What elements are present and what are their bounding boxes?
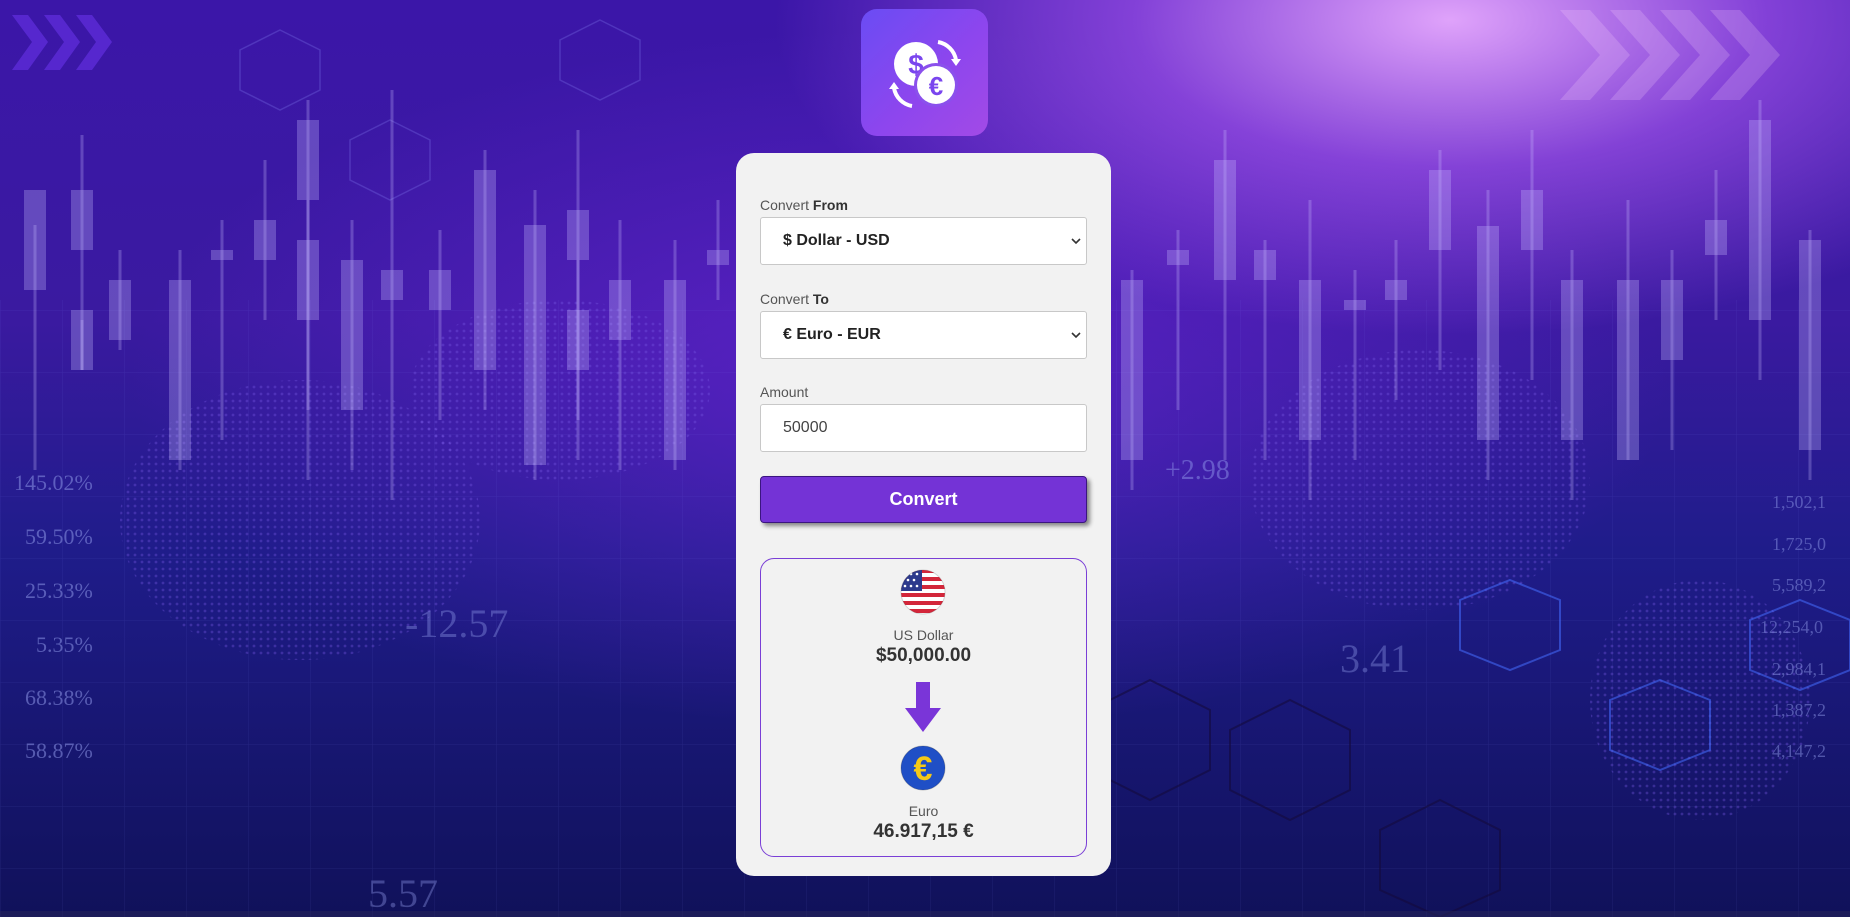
bg-number: 1,502,1 [1772,492,1826,512]
bg-percent: 5.35% [36,632,93,657]
bg-candle-body [381,270,403,300]
euro-icon: € [900,745,946,791]
from-currency-name: US Dollar [893,627,954,643]
bg-number: 1,725,0 [1772,534,1826,554]
currency-exchange-icon: $ € [888,39,961,108]
bg-candle-body [109,280,131,340]
bg-candle-body [1617,280,1639,460]
bg-candle-body [1344,300,1366,310]
to-currency-name: Euro [908,803,939,819]
bg-candle-body [474,170,496,370]
bg-candle-body [524,225,546,465]
bg-candle-body [1521,190,1543,250]
arrow-down-icon [905,682,941,732]
svg-text:€: € [914,750,933,788]
amount-input[interactable]: 50000 [760,404,1087,452]
bg-candle-body [341,260,363,410]
bg-candle-body [567,310,589,370]
bg-candle-body [297,120,319,200]
bg-candle-body [24,190,46,290]
bg-number: 5.57 [368,871,438,916]
bg-candle-body [1477,226,1499,440]
convert-button[interactable]: Convert [760,476,1087,523]
bg-candle-body [1214,160,1236,280]
bg-percent: 59.50% [25,524,93,549]
bg-candle-body [707,250,729,265]
bg-candle-body [211,250,233,260]
bg-candle-body [1299,280,1321,440]
chevron-down-icon [1071,238,1081,245]
amount-value: 50000 [783,419,828,436]
bg-number: 12,254,0 [1760,617,1823,637]
converter-card: Convert From $ Dollar - USD Convert To €… [736,153,1111,876]
bg-percent: 68.38% [25,685,93,710]
bg-candle-body [169,280,191,460]
result-panel: US Dollar $50,000.00 € Euro 46.917,15 € [760,558,1087,857]
chevron-down-icon [1071,332,1081,339]
bg-candle-body [1385,280,1407,300]
bg-number: +2.98 [1165,455,1230,486]
status-bar [0,911,1850,917]
bg-candle-body [297,240,319,320]
bg-number: 5,589,2 [1772,575,1826,595]
bg-candle-body [1429,170,1451,250]
svg-text:€: € [928,71,942,101]
from-amount: $50,000.00 [875,645,972,666]
bg-candle-body [71,190,93,250]
bg-candle-body [664,280,686,460]
bg-candle-body [1121,280,1143,460]
bg-candle-body [1661,280,1683,360]
amount-label: Amount [760,384,809,400]
bg-percent: 25.33% [25,578,93,603]
bg-candle-body [254,220,276,260]
bg-number: 2,984,1 [1772,659,1826,679]
bg-candle-body [1799,240,1821,450]
bg-candle-body [1561,280,1583,440]
bg-candle-body [1705,220,1727,255]
bg-candle-body [609,280,631,340]
bg-number: 3.41 [1340,636,1410,681]
bg-number: 4,147,2 [1772,741,1826,761]
logo: $ € [861,9,988,136]
bg-candle-body [1749,120,1771,320]
convert-to-select[interactable]: € Euro - EUR [760,311,1087,359]
convert-from-label: Convert From [760,197,848,213]
bg-candle-body [429,270,451,310]
bg-candle-body [567,210,589,260]
convert-to-label: Convert To [760,291,829,307]
us-flag-icon [900,569,946,615]
bg-number: -12.57 [405,601,509,646]
convert-from-value: $ Dollar - USD [783,232,890,249]
convert-from-select[interactable]: $ Dollar - USD [760,217,1087,265]
convert-to-value: € Euro - EUR [783,326,881,343]
to-amount: 46.917,15 € [873,821,974,842]
bg-candle-body [1254,250,1276,280]
bg-percent: 58.87% [25,738,93,763]
bg-candle-body [71,310,93,370]
bg-candle-body [1167,250,1189,265]
bg-number: 1,387,2 [1772,700,1826,720]
bg-percent: 145.02% [14,470,93,495]
